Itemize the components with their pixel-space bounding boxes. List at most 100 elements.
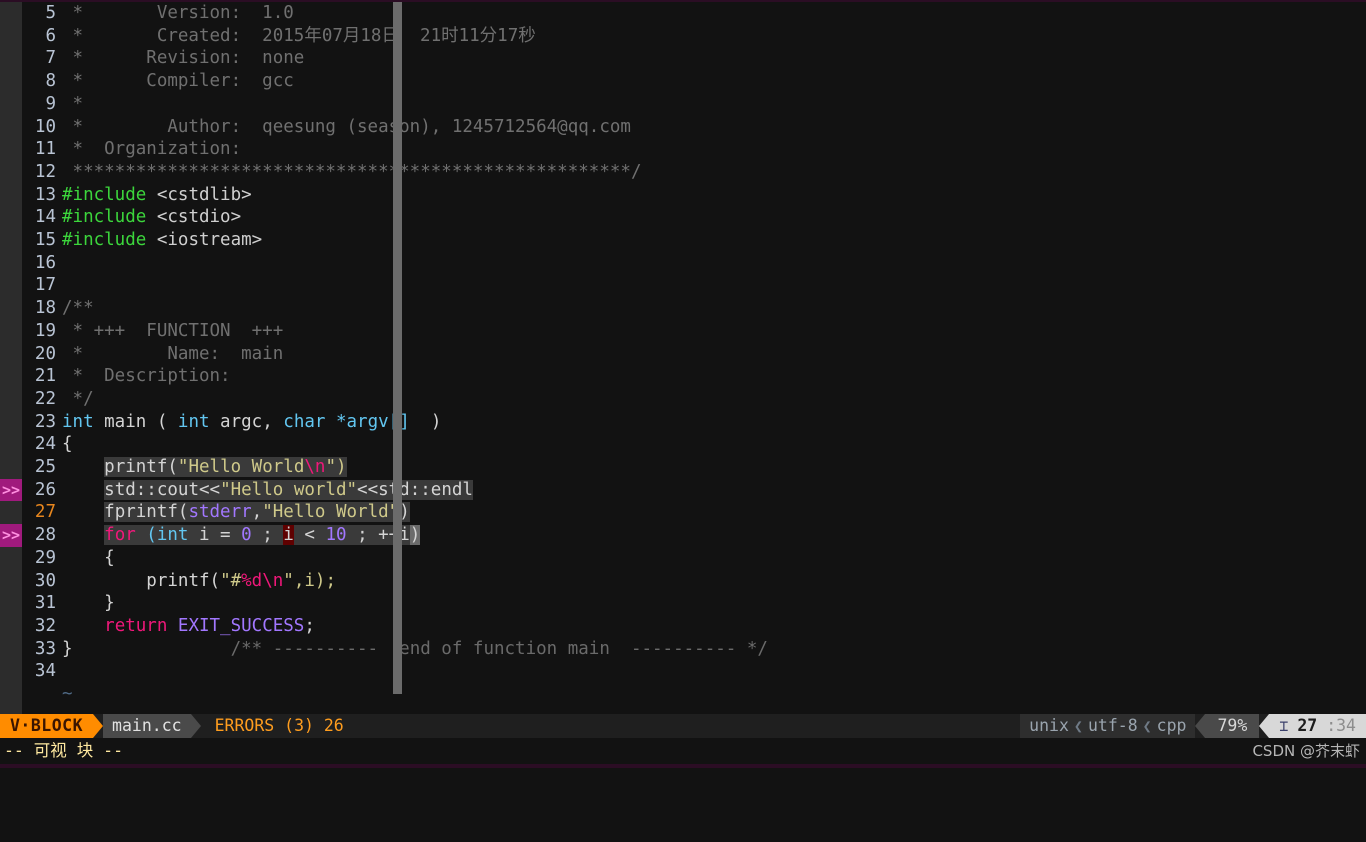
line-content: * Author: qeesung (season), 1245712564@q… (62, 116, 631, 137)
token-include-path: <cstdio> (146, 207, 242, 228)
line-number: 25 (34, 457, 56, 477)
token-for-open: ( (135, 525, 157, 546)
cursor-line-value: 27 (1297, 716, 1318, 735)
code-line[interactable]: 22 */ (0, 388, 1366, 411)
visual-block-selection: for (int i = 0 ; i < 10 ; ++i (104, 525, 410, 546)
code-line[interactable]: 15 #include <iostream> (0, 229, 1366, 252)
status-line: V·BLOCK main.cc ERRORS (3) 26 unix ❮ utf… (0, 714, 1366, 738)
code-line[interactable]: 25 printf("Hello World\n") (0, 456, 1366, 479)
line-number: 32 (34, 615, 56, 636)
cursor-line-number: 27 (34, 502, 56, 523)
code-line[interactable]: 21 * Description: (0, 365, 1366, 388)
code-line[interactable]: 27 fprintf(stderr,"Hello World") (0, 501, 1366, 524)
error-sign-icon[interactable]: >> (0, 524, 22, 547)
errors-indicator[interactable]: ERRORS (3) 26 (200, 714, 353, 738)
token-format-spec: %d (241, 570, 263, 591)
error-sign-icon[interactable]: >> (0, 478, 22, 502)
file-info-group: unix ❮ utf-8 ❮ cpp (1020, 714, 1196, 738)
code-line[interactable]: 17 (0, 274, 1366, 297)
line-content: /** (62, 298, 94, 319)
sign-cell (0, 274, 22, 297)
token-string-end: ",i); (283, 570, 336, 591)
code-line[interactable]: 6 * Created: 2015年07月18日 21时11分17秒 (0, 25, 1366, 48)
code-line[interactable]: 5 * Version: 1.0 (0, 2, 1366, 25)
line-number: 11 (34, 139, 56, 160)
code-line[interactable]: 30 printf("#%d\n",i); (0, 570, 1366, 593)
cursor-position-indicator: ⌶ 27:34 (1269, 714, 1366, 738)
sign-cell (0, 638, 22, 661)
mode-indicator: V·BLOCK (0, 714, 94, 738)
token-type-int2: int (177, 411, 210, 432)
status-left-group: V·BLOCK main.cc ERRORS (3) 26 (0, 714, 353, 738)
sign-cell (0, 229, 22, 252)
code-line[interactable]: 16 (0, 252, 1366, 275)
code-line[interactable]: 18 /** (0, 297, 1366, 320)
line-number: 22 (34, 388, 56, 409)
sign-cell (0, 501, 22, 524)
line-number: 9 (45, 93, 56, 114)
line-number: 30 (34, 570, 56, 591)
sign-cell (0, 297, 22, 320)
code-line[interactable]: 9 * (0, 93, 1366, 116)
line-content: #include <cstdio> (62, 206, 241, 229)
line-content: for (int i = 0 ; i < 10 ; ++i) (62, 524, 421, 547)
line-column-icon: ⌶ (1279, 717, 1289, 735)
sign-cell (0, 116, 22, 139)
sign-cell (0, 660, 22, 683)
code-line[interactable]: 32 return EXIT_SUCCESS; (0, 615, 1366, 638)
code-line[interactable]: 11 * Organization: (0, 138, 1366, 161)
line-content: * (62, 93, 84, 114)
line-number: 6 (45, 25, 56, 46)
sign-cell (0, 343, 22, 366)
code-line[interactable]: >> 26 std::cout<<"Hello world"<<std::end… (0, 478, 1366, 502)
code-line[interactable]: 19 * +++ FUNCTION +++ (0, 320, 1366, 343)
code-line[interactable]: 20 * Name: main (0, 343, 1366, 366)
sign-cell (0, 320, 22, 343)
sign-cell (0, 93, 22, 116)
sign-cell (0, 161, 22, 184)
token-stderr: stderr (188, 502, 252, 523)
line-content: * +++ FUNCTION +++ (62, 320, 284, 341)
visual-block-selection: std::cout<<"Hello world"<<std::endl (104, 479, 473, 500)
line-content: ****************************************… (62, 161, 642, 182)
token-number-ten: 10 (325, 525, 347, 546)
code-line[interactable]: 23 int main ( int argc, char *argv[] ) (0, 411, 1366, 434)
tilde-marker: ~ (62, 684, 73, 704)
token-preproc: #include (62, 184, 147, 205)
line-content: printf("#%d\n",i); (62, 570, 336, 593)
vertical-scrollbar[interactable] (393, 2, 402, 694)
token-exit-success: EXIT_SUCCESS (167, 615, 305, 636)
status-right-group: unix ❮ utf-8 ❮ cpp 79% ⌶ 27:34 (1020, 714, 1366, 738)
code-line[interactable]: 7 * Revision: none (0, 47, 1366, 70)
line-content: * Description: (62, 366, 231, 387)
code-line[interactable]: 29 { (0, 547, 1366, 570)
token-argc: argc, (209, 411, 284, 432)
token-end-comment: /** ---------- end of function main ----… (72, 638, 768, 659)
token-printf: printf( (104, 457, 178, 477)
sign-cell (0, 206, 22, 229)
code-line[interactable]: 10 * Author: qeesung (season), 124571256… (0, 116, 1366, 139)
message-line: -- 可视 块 -- CSDN @芥末虾 (0, 738, 1366, 764)
empty-buffer-row: ~ (0, 683, 1366, 706)
code-line[interactable]: 8 * Compiler: gcc (0, 70, 1366, 93)
visual-block-selection: fprintf(stderr,"Hello World") (104, 502, 410, 523)
code-line[interactable]: 12 *************************************… (0, 161, 1366, 184)
code-line[interactable]: >> 28 for (int i = 0 ; i < 10 ; ++i) (0, 524, 1366, 547)
sign-cell (0, 456, 22, 479)
code-line[interactable]: 13 #include <cstdlib> (0, 184, 1366, 207)
code-line[interactable]: 33 } /** ---------- end of function main… (0, 638, 1366, 661)
sign-cell (0, 615, 22, 638)
code-line[interactable]: 24 { (0, 433, 1366, 456)
percent-arrow-separator-icon (1195, 714, 1206, 738)
line-number: 19 (34, 320, 56, 341)
code-line[interactable]: 34 (0, 660, 1366, 683)
line-content: * Name: main (62, 343, 284, 364)
token-paren-close (410, 412, 431, 432)
line-number: 17 (34, 275, 56, 296)
code-line[interactable]: 31 } (0, 592, 1366, 615)
editor-area[interactable]: 5 * Version: 1.0 6 * Created: 2015年07月18… (0, 2, 1366, 714)
filename-indicator[interactable]: main.cc (103, 714, 191, 738)
code-line[interactable]: 14 #include <cstdio> (0, 206, 1366, 229)
